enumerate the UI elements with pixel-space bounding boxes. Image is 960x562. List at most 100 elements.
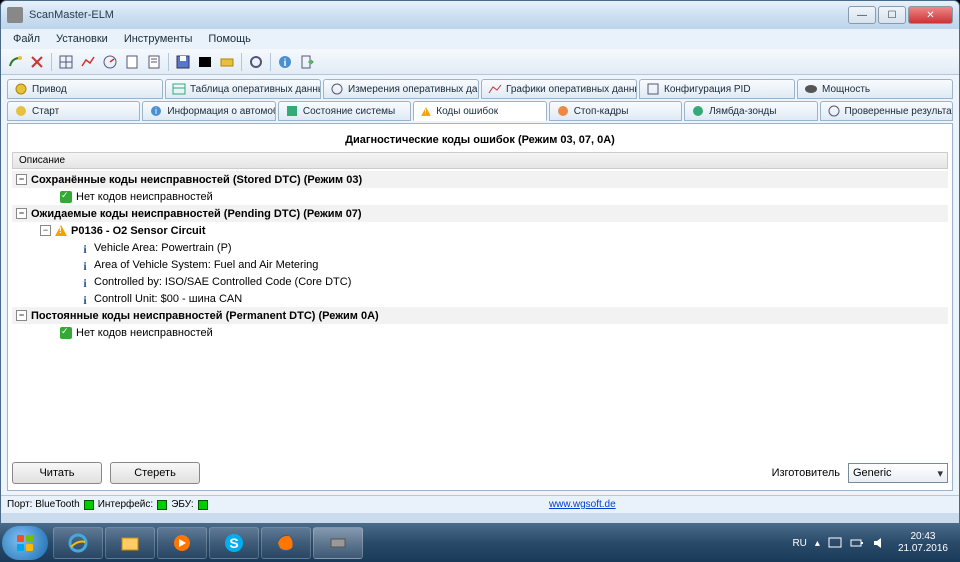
toolbar-connect-icon[interactable] [5,52,25,72]
toolbar-device-icon[interactable] [217,52,237,72]
tab-power[interactable]: Мощность [797,79,953,99]
toolbar-settings-icon[interactable] [246,52,266,72]
app-icon [7,7,23,23]
detail-label: Area of Vehicle System: Fuel and Air Met… [94,259,318,271]
tree-row-detail[interactable]: i Controll Unit: $00 - шина CAN [12,290,948,307]
section-label: Ожидаемые коды неисправностей (Pending D… [31,208,362,220]
main-area: Привод Таблица оперативных данных Измере… [1,75,959,495]
window-title: ScanMaster-ELM [29,9,848,21]
manufacturer-dropdown[interactable]: Generic [848,463,948,483]
tab-label: Информация о автомобиле [167,106,275,117]
check-icon [827,104,841,118]
tree-label: Нет кодов неисправностей [76,327,213,339]
tab-label: Коды ошибок [436,106,498,117]
taskbar-ie[interactable] [53,527,103,559]
svg-text:S: S [229,535,238,551]
tray-clock[interactable]: 20:43 21.07.2016 [894,531,952,555]
start-button[interactable] [2,526,48,560]
svg-text:i: i [155,106,157,116]
windows-icon [14,532,36,554]
toolbar: i [1,49,959,75]
tree-row-detail[interactable]: i Vehicle Area: Powertrain (P) [12,239,948,256]
toolbar-chart-icon[interactable] [78,52,98,72]
toolbar-save-icon[interactable] [173,52,193,72]
tree-row-no-codes[interactable]: Нет кодов неисправностей [12,324,948,341]
tab-start[interactable]: Старт [7,101,140,121]
taskbar-skype[interactable]: S [209,527,259,559]
gear-icon [14,82,28,96]
volume-icon[interactable] [872,536,886,550]
lambda-icon [691,104,705,118]
toolbar-info-icon[interactable]: i [275,52,295,72]
toolbar-grid-icon[interactable] [56,52,76,72]
tab-vehicle-info[interactable]: i Информация о автомобиле [142,101,275,121]
system-tray: RU ▴ 20:43 21.07.2016 [786,531,958,555]
tab-drive[interactable]: Привод [7,79,163,99]
tab-error-codes[interactable]: Коды ошибок [413,101,546,121]
close-button[interactable]: ✕ [908,6,953,24]
info-icon: i [80,259,90,271]
taskbar-firefox[interactable] [261,527,311,559]
collapse-icon[interactable]: − [16,310,27,321]
read-button[interactable]: Читать [12,462,102,484]
window-controls: — ☐ ✕ [848,6,953,24]
menu-file[interactable]: Файл [5,31,48,47]
tab-label: Конфигурация PID [664,84,751,95]
tray-expand-icon[interactable]: ▴ [815,538,820,549]
taskbar-media[interactable] [157,527,207,559]
tab-test-results[interactable]: Проверенные результаты теста [820,101,953,121]
clock-time: 20:43 [898,531,948,543]
collapse-icon[interactable]: − [16,208,27,219]
detail-label: Controlled by: ISO/SAE Controlled Code (… [94,276,351,288]
tab-system-status[interactable]: Состояние системы [278,101,411,121]
taskbar: S RU ▴ 20:43 21.07.2016 [0,524,960,562]
menu-tools[interactable]: Инструменты [116,31,201,47]
vendor-link[interactable]: www.wgsoft.de [549,499,616,510]
menu-setup[interactable]: Установки [48,31,116,47]
erase-button[interactable]: Стереть [110,462,200,484]
menu-help[interactable]: Помощь [200,31,259,47]
tab-label: Таблица оперативных данных [190,84,321,95]
tree-row-detail[interactable]: i Controlled by: ISO/SAE Controlled Code… [12,273,948,290]
tab-lambda[interactable]: Лямбда-зонды [684,101,817,121]
tree-row-dtc-code[interactable]: − P0136 - O2 Sensor Circuit [12,222,948,239]
titlebar: ScanMaster-ELM — ☐ ✕ [1,1,959,29]
tab-graphs[interactable]: Графики оперативных данных [481,79,637,99]
toolbar-separator [270,53,271,71]
tree-label: Нет кодов неисправностей [76,191,213,203]
tab-freeze-frames[interactable]: Стоп-кадры [549,101,682,121]
collapse-icon[interactable]: − [16,174,27,185]
toolbar-exit-icon[interactable] [297,52,317,72]
collapse-icon[interactable]: − [40,225,51,236]
toolbar-terminal-icon[interactable] [195,52,215,72]
ok-icon [60,327,72,339]
toolbar-doc-icon[interactable] [122,52,142,72]
tray-language[interactable]: RU [792,538,806,549]
content-panel: Диагностические коды ошибок (Режим 03, 0… [7,123,953,491]
taskbar-explorer[interactable] [105,527,155,559]
status-port: Порт: BlueTooth [7,499,80,510]
taskbar-scanmaster[interactable] [313,527,363,559]
tree-row-detail[interactable]: i Area of Vehicle System: Fuel and Air M… [12,256,948,273]
ie-icon [67,532,89,554]
toolbar-gauge-icon[interactable] [100,52,120,72]
skype-icon: S [223,532,245,554]
minimize-button[interactable]: — [848,6,876,24]
tab-measurements[interactable]: Измерения оперативных данных [323,79,479,99]
maximize-button[interactable]: ☐ [878,6,906,24]
toolbar-separator [168,53,169,71]
action-center-icon[interactable] [828,536,842,550]
battery-icon[interactable] [850,536,864,550]
tree-section-pending[interactable]: − Ожидаемые коды неисправностей (Pending… [12,205,948,222]
tab-pid-config[interactable]: Конфигурация PID [639,79,795,99]
app-window: ScanMaster-ELM — ☐ ✕ Файл Установки Инст… [0,0,960,524]
tree-section-permanent[interactable]: − Постоянные коды неисправностей (Perman… [12,307,948,324]
tree-section-stored[interactable]: − Сохранённые коды неисправностей (Store… [12,171,948,188]
tab-data-table[interactable]: Таблица оперативных данных [165,79,321,99]
toolbar-disconnect-icon[interactable] [27,52,47,72]
port-led-icon [84,500,94,510]
tab-label: Стоп-кадры [574,106,629,117]
toolbar-report-icon[interactable] [144,52,164,72]
tree-row-no-codes[interactable]: Нет кодов неисправностей [12,188,948,205]
status-icon [285,104,299,118]
